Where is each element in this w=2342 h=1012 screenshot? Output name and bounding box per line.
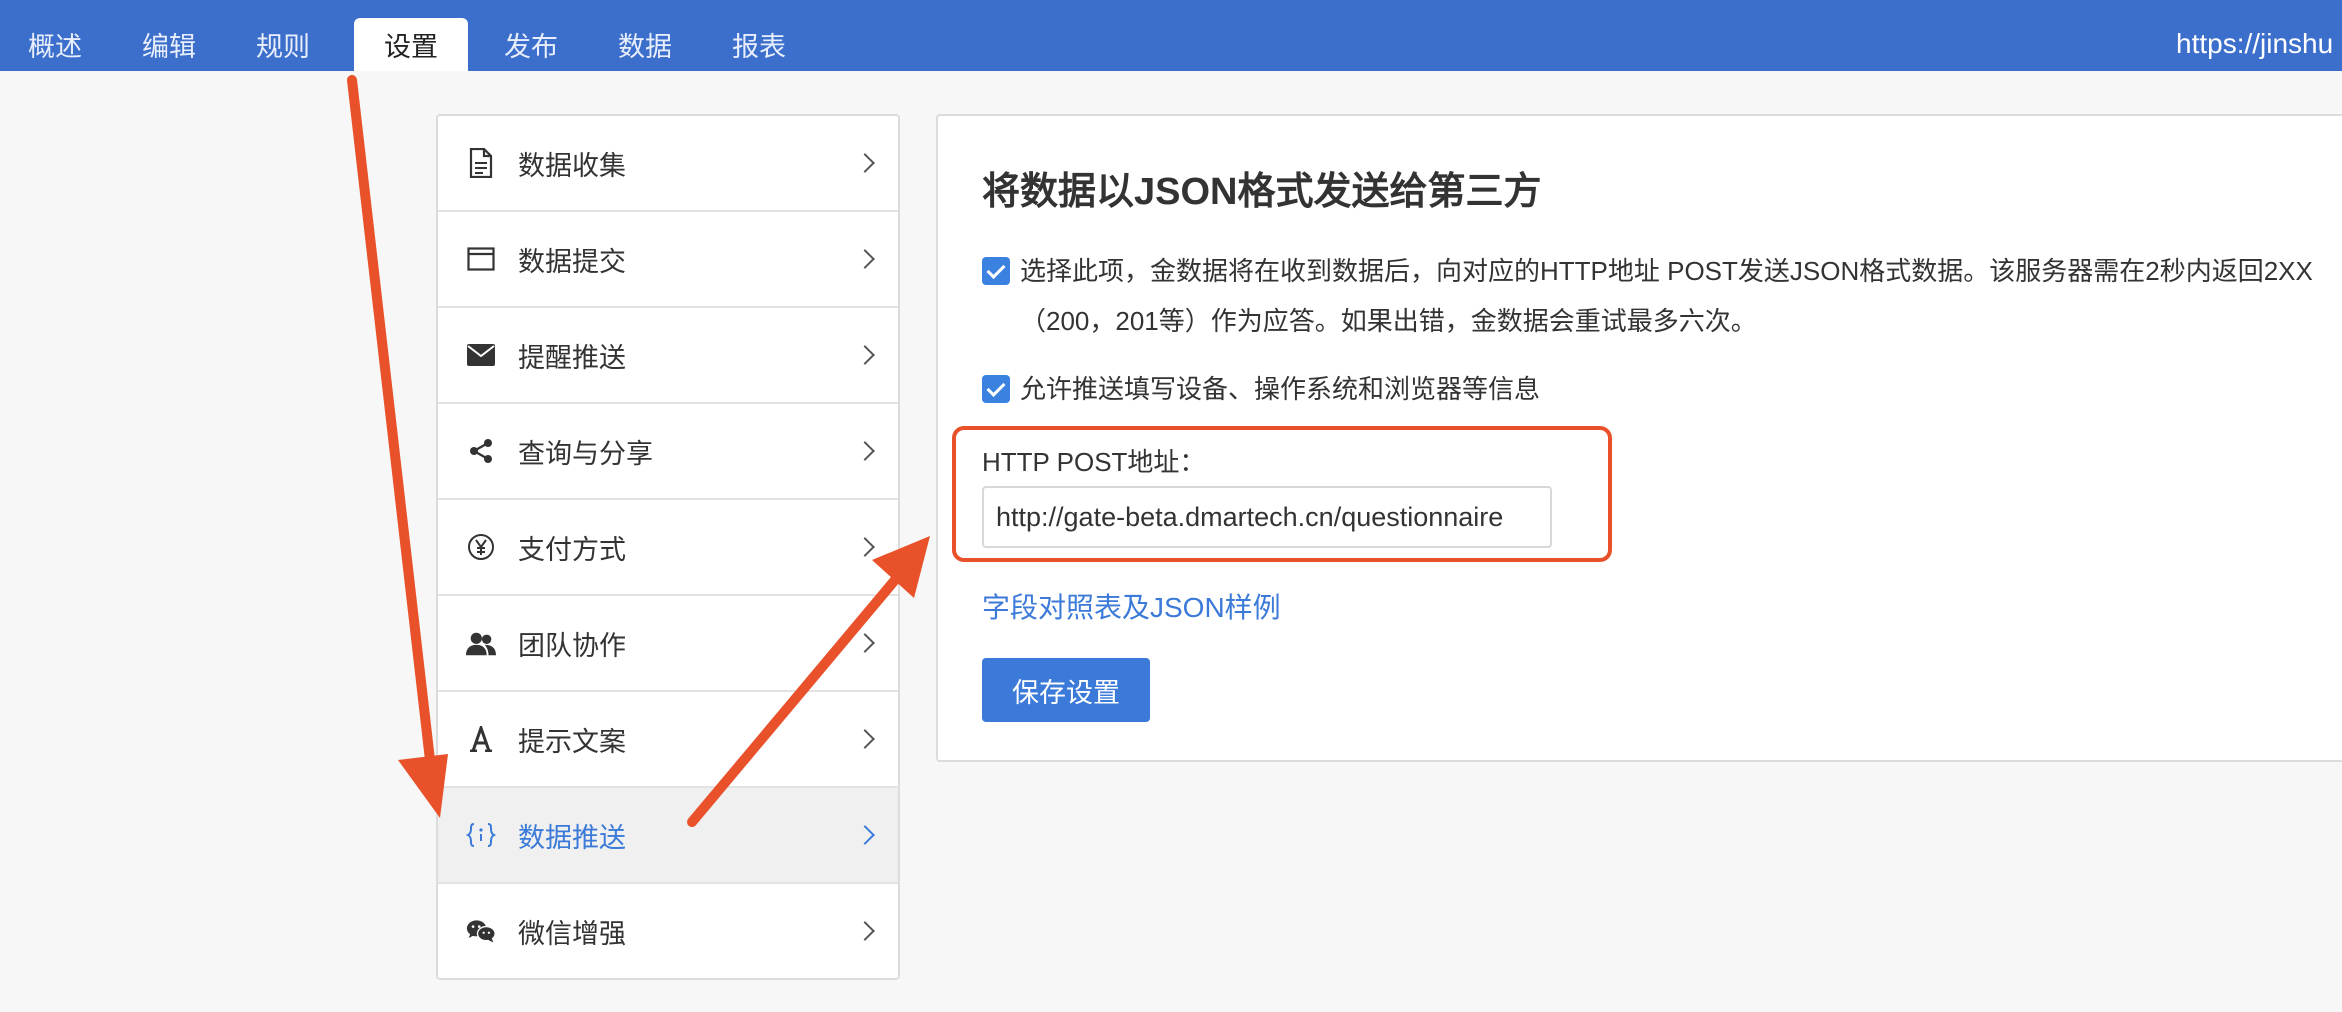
- tab-publish[interactable]: 发布: [474, 18, 588, 71]
- menu-item-label: 查询与分享: [518, 438, 653, 469]
- tab-edit[interactable]: 编辑: [112, 18, 226, 71]
- chevron-right-icon: [855, 921, 875, 941]
- menu-item-wechat[interactable]: 微信增强: [438, 884, 898, 978]
- form-url-link[interactable]: https://jinshu: [2176, 28, 2333, 60]
- menu-item-payment[interactable]: 支付方式: [438, 500, 898, 596]
- braces-icon: [466, 820, 496, 850]
- share-icon: [466, 436, 496, 466]
- menu-item-label: 数据收集: [518, 150, 626, 181]
- envelope-icon: [466, 340, 496, 370]
- chevron-right-icon: [855, 249, 875, 269]
- nav-tabs: 概述 编辑 规则 设置 发布 数据 报表: [0, 0, 816, 71]
- url-field-label: HTTP POST地址：: [982, 447, 1206, 477]
- menu-item-prompt-text[interactable]: 提示文案: [438, 692, 898, 788]
- device-info-checkbox[interactable]: [982, 375, 1010, 403]
- menu-item-team[interactable]: 团队协作: [438, 596, 898, 692]
- menu-item-data-collection[interactable]: 数据收集: [438, 116, 898, 212]
- menu-item-label: 微信增强: [518, 918, 626, 949]
- chevron-right-icon: [855, 825, 875, 845]
- tab-reports[interactable]: 报表: [702, 18, 816, 71]
- menu-item-label: 支付方式: [518, 534, 626, 565]
- option-device-info-label: 允许推送填写设备、操作系统和浏览器等信息: [1020, 374, 1541, 404]
- menu-item-reminder-push[interactable]: 提醒推送: [438, 308, 898, 404]
- option-send-json: 选择此项，金数据将在收到数据后，向对应的HTTP地址 POST发送JSON格式数…: [982, 246, 2342, 346]
- option-send-json-label: 选择此项，金数据将在收到数据后，向对应的HTTP地址 POST发送JSON格式数…: [1020, 256, 2313, 336]
- tab-rules[interactable]: 规则: [226, 18, 340, 71]
- menu-item-data-submit[interactable]: 数据提交: [438, 212, 898, 308]
- top-navbar: 概述 编辑 规则 设置 发布 数据 报表 https://jinshu: [0, 0, 2342, 71]
- field-mapping-link[interactable]: 字段对照表及JSON样例: [982, 586, 1281, 626]
- option-device-info: 允许推送填写设备、操作系统和浏览器等信息: [982, 364, 1540, 414]
- http-post-url-input[interactable]: [982, 486, 1552, 548]
- chevron-right-icon: [855, 729, 875, 749]
- tab-settings[interactable]: 设置: [354, 18, 468, 71]
- chevron-right-icon: [855, 441, 875, 461]
- menu-item-label: 数据推送: [518, 822, 626, 853]
- page-title: 将数据以JSON格式发送给第三方: [982, 171, 1542, 213]
- send-json-checkbox[interactable]: [982, 257, 1010, 285]
- menu-item-label: 团队协作: [518, 630, 626, 661]
- window-icon: [466, 244, 496, 274]
- chevron-right-icon: [855, 633, 875, 653]
- tab-data[interactable]: 数据: [588, 18, 702, 71]
- yen-icon: [466, 532, 496, 562]
- save-settings-button[interactable]: 保存设置: [982, 658, 1150, 722]
- chevron-right-icon: [855, 537, 875, 557]
- wechat-icon: [466, 916, 496, 946]
- settings-menu: 数据收集 数据提交 提醒推送 查询与分享 支付方式 团队协作 提示文案 数据推送…: [436, 114, 900, 980]
- menu-item-label: 数据提交: [518, 246, 626, 277]
- menu-item-label: 提醒推送: [518, 342, 626, 373]
- menu-item-label: 提示文案: [518, 726, 626, 757]
- menu-item-data-push[interactable]: 数据推送: [438, 788, 898, 884]
- annotation-arrow-down: [347, 75, 448, 818]
- font-icon: [466, 724, 496, 754]
- document-icon: [466, 148, 496, 178]
- data-push-panel: 将数据以JSON格式发送给第三方 选择此项，金数据将在收到数据后，向对应的HTT…: [936, 114, 2342, 762]
- tab-overview[interactable]: 概述: [0, 18, 112, 71]
- users-icon: [466, 628, 496, 658]
- chevron-right-icon: [855, 153, 875, 173]
- chevron-right-icon: [855, 345, 875, 365]
- menu-item-query-share[interactable]: 查询与分享: [438, 404, 898, 500]
